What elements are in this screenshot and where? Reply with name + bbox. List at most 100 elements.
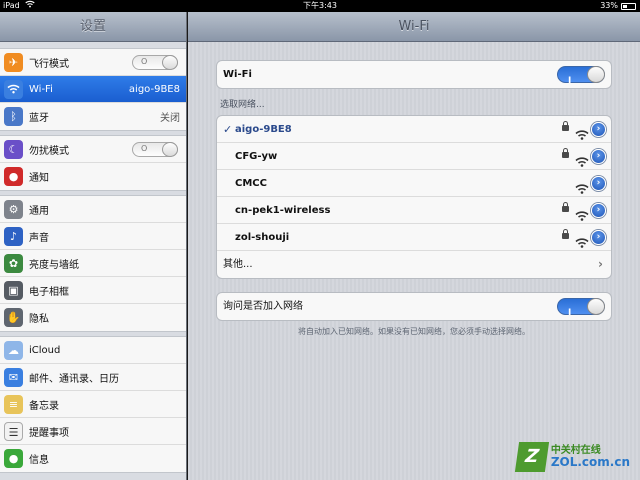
wifi-toggle-card: Wi-Fi I — [216, 60, 612, 89]
notification-icon: ● — [4, 167, 23, 186]
settings-group: ⚙ 通用 ♪ 声音 ✿ 亮度与墙纸 ▣ 电子相框 ✋ 隐私 — [0, 195, 186, 332]
chevron-right-icon: › — [598, 257, 603, 271]
sidebar-item-label: 通用 — [29, 205, 49, 217]
lock-icon — [562, 121, 569, 131]
sidebar-item-label: 飞行模式 — [29, 58, 69, 70]
hand-icon: ✋ — [4, 308, 23, 327]
sidebar-item-sounds[interactable]: ♪ 声音 — [0, 223, 186, 250]
settings-sidebar: 设置 ✈ 飞行模式 O Wi-Fi aigo-9BE8 ᛒ 蓝牙 关闭 ☾ 勿扰模式 O ● 通知 ⚙ 通用… — [0, 12, 187, 480]
sidebar-item-wifi[interactable]: Wi-Fi aigo-9BE8 — [0, 76, 186, 103]
status-time: 下午3:43 — [303, 1, 337, 10]
zol-watermark: Z 中关村在线 ZOL.com.cn — [514, 440, 630, 474]
ask-join-switch[interactable]: I — [557, 298, 605, 318]
network-info-button[interactable]: › — [591, 203, 606, 218]
sidebar-item-airplane[interactable]: ✈ 飞行模式 O — [0, 49, 186, 76]
reminders-icon: ☰ — [4, 422, 23, 441]
settings-group: ☾ 勿扰模式 O ● 通知 — [0, 135, 186, 191]
sidebar-item-messages[interactable]: ● 信息 — [0, 445, 186, 472]
network-row[interactable]: ✓ aigo-9BE8 › — [217, 116, 611, 143]
network-info-button[interactable]: › — [591, 230, 606, 245]
settings-group: ✈ 飞行模式 O Wi-Fi aigo-9BE8 ᛒ 蓝牙 关闭 — [0, 48, 186, 131]
wifi-signal-icon — [575, 232, 589, 248]
wifi-signal-icon — [575, 205, 589, 221]
ask-join-label: 询问是否加入网络 — [223, 301, 303, 312]
other-network-label: 其他... — [223, 259, 253, 270]
sidebar-item-label: Wi-Fi — [29, 83, 53, 95]
lock-icon — [562, 202, 569, 212]
sidebar-item-label: 蓝牙 — [29, 113, 49, 124]
sidebar-item-label: 邮件、通讯录、日历 — [29, 373, 119, 385]
network-row[interactable]: zol-shouji › — [217, 224, 611, 251]
sidebar-item-label: 勿扰模式 — [29, 145, 69, 157]
sidebar-item-notifications[interactable]: ● 通知 — [0, 163, 186, 190]
ask-join-footnote: 将自动加入已知网络。如果没有已知网络，您必须手动选择网络。 — [298, 327, 530, 336]
wifi-signal-icon — [575, 178, 589, 194]
wifi-signal-icon — [575, 124, 589, 140]
battery-percent: 33% — [600, 1, 618, 10]
sidebar-item-bluetooth[interactable]: ᛒ 蓝牙 关闭 — [0, 103, 186, 130]
mail-icon: ✉ — [4, 368, 23, 387]
sidebar-item-label: 备忘录 — [29, 400, 59, 412]
network-name: cn-pek1-wireless — [235, 205, 331, 216]
lock-icon — [562, 148, 569, 158]
sidebar-item-label: 亮度与墙纸 — [29, 259, 79, 271]
wifi-switch[interactable]: I — [557, 66, 605, 86]
ask-join-card: 询问是否加入网络 I — [216, 292, 612, 321]
detail-title: Wi-Fi — [188, 12, 640, 42]
sidebar-item-label: 提醒事项 — [29, 427, 69, 439]
sidebar-item-label: 声音 — [29, 232, 49, 244]
watermark-en: ZOL.com.cn — [550, 454, 630, 469]
network-name: CMCC — [235, 178, 267, 189]
wifi-signal-icon — [575, 151, 589, 167]
wifi-icon — [4, 80, 23, 99]
zol-logo: Z — [514, 442, 549, 472]
sidebar-item-picture-frame[interactable]: ▣ 电子相框 — [0, 277, 186, 304]
other-network-row[interactable]: 其他... › — [217, 251, 611, 278]
wifi-detail-pane: Wi-Fi Wi-Fi I 选取网络... ✓ aigo-9BE8 › CFG-yw ›… — [188, 12, 640, 480]
network-name: zol-shouji — [235, 232, 290, 243]
wifi-toggle-label: Wi-Fi — [223, 69, 252, 80]
bluetooth-icon: ᛒ — [4, 107, 23, 126]
sidebar-item-general[interactable]: ⚙ 通用 — [0, 196, 186, 223]
sidebar-item-privacy[interactable]: ✋ 隐私 — [0, 304, 186, 331]
ask-join-row: 询问是否加入网络 I — [217, 293, 611, 320]
network-row[interactable]: cn-pek1-wireless › — [217, 197, 611, 224]
sidebar-item-label: 隐私 — [29, 314, 49, 325]
sidebar-item-reminders[interactable]: ☰ 提醒事项 — [0, 418, 186, 445]
sidebar-item-value: 关闭 — [160, 113, 180, 124]
settings-group: ☁ iCloud ✉ 邮件、通讯录、日历 ≡ 备忘录 ☰ 提醒事项 ● 信息 — [0, 336, 186, 473]
picture-frame-icon: ▣ — [4, 281, 23, 300]
do-not-disturb-switch[interactable]: O — [132, 142, 178, 157]
sidebar-item-mail[interactable]: ✉ 邮件、通讯录、日历 — [0, 364, 186, 391]
flower-icon: ✿ — [4, 254, 23, 273]
sidebar-item-notes[interactable]: ≡ 备忘录 — [0, 391, 186, 418]
airplane-switch[interactable]: O — [132, 55, 178, 70]
airplane-icon: ✈ — [4, 53, 23, 72]
network-info-button[interactable]: › — [591, 122, 606, 137]
sidebar-item-icloud[interactable]: ☁ iCloud — [0, 337, 186, 364]
checkmark-icon: ✓ — [223, 123, 233, 136]
lock-icon — [562, 229, 569, 239]
network-info-button[interactable]: › — [591, 149, 606, 164]
network-row[interactable]: CMCC › — [217, 170, 611, 197]
speaker-icon: ♪ — [4, 227, 23, 246]
cloud-icon: ☁ — [4, 341, 23, 360]
network-row[interactable]: CFG-yw › — [217, 143, 611, 170]
network-name: aigo-9BE8 — [235, 124, 292, 135]
notes-icon: ≡ — [4, 395, 23, 414]
moon-icon: ☾ — [4, 140, 23, 159]
network-list: ✓ aigo-9BE8 › CFG-yw › CMCC › cn-pek1-wireless ›… — [216, 115, 612, 279]
sidebar-item-brightness-wallpaper[interactable]: ✿ 亮度与墙纸 — [0, 250, 186, 277]
status-bar: iPad 下午3:43 33% — [0, 0, 640, 12]
sidebar-item-label: 信息 — [29, 455, 49, 466]
sidebar-item-do-not-disturb[interactable]: ☾ 勿扰模式 O — [0, 136, 186, 163]
sidebar-item-label: iCloud — [29, 344, 61, 356]
sidebar-item-label: 电子相框 — [29, 286, 69, 298]
battery-icon — [621, 3, 636, 10]
network-name: CFG-yw — [235, 151, 278, 162]
gear-icon: ⚙ — [4, 200, 23, 219]
sidebar-item-value: aigo-9BE8 — [128, 83, 180, 95]
sidebar-item-label: 通知 — [29, 173, 49, 184]
sidebar-title: 设置 — [0, 12, 186, 42]
network-info-button[interactable]: › — [591, 176, 606, 191]
